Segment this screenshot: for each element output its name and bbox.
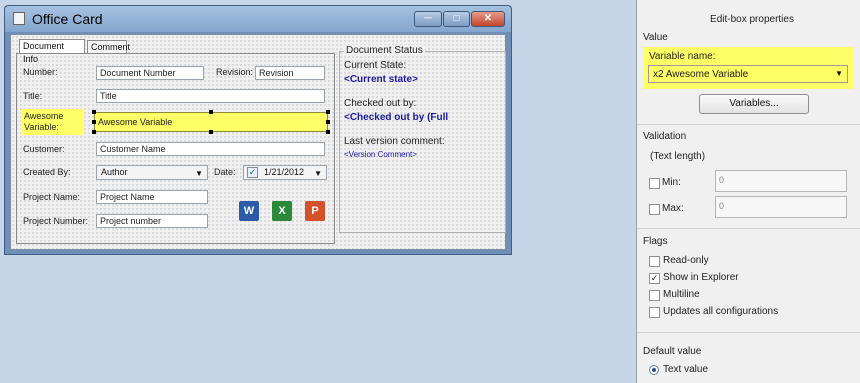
text-value-label: Text value — [663, 364, 709, 375]
selection-handle[interactable] — [326, 120, 330, 124]
document-status-title: Document Status — [344, 45, 425, 56]
validation-section-label: Validation — [643, 131, 687, 142]
date-enabled-checkbox[interactable]: ✓ — [247, 167, 258, 178]
project-number-field[interactable]: Project number — [96, 214, 208, 228]
close-icon: ✕ — [483, 13, 493, 24]
created-by-label: Created By: — [23, 167, 71, 177]
chevron-down-icon: ▼ — [195, 169, 203, 178]
awesome-variable-label-box[interactable]: Awesome Variable: — [21, 109, 83, 135]
maximize-icon: □ — [453, 13, 460, 24]
panel-title: Edit-box properties — [710, 14, 794, 25]
current-state-value: <Current state> — [344, 74, 418, 85]
multiline-label: Multiline — [663, 289, 700, 300]
revision-label: Revision: — [216, 67, 254, 77]
project-number-label: Project Number: — [23, 216, 89, 226]
window-icon — [13, 12, 25, 25]
selection-handle[interactable] — [92, 110, 96, 114]
awesome-variable-label-line2: Variable: — [24, 122, 59, 132]
updates-all-configurations-checkbox[interactable] — [649, 307, 660, 318]
title-field[interactable]: Title — [96, 89, 325, 103]
selection-handle[interactable] — [326, 130, 330, 134]
office-card-window: Office Card ─ □ ✕ Document Info Comment … — [4, 5, 512, 255]
project-name-label: Project Name: — [23, 192, 81, 202]
title-bar[interactable]: Office Card ─ □ ✕ — [5, 6, 511, 32]
default-value-section-label: Default value — [643, 346, 702, 357]
updates-all-configurations-label: Updates all configurations — [663, 306, 779, 317]
customer-field[interactable]: Customer Name — [96, 142, 325, 156]
revision-field[interactable]: Revision — [255, 66, 325, 80]
awesome-variable-value: Awesome Variable — [98, 117, 173, 127]
date-picker[interactable]: ✓ 1/21/2012 ▼ — [243, 165, 327, 180]
max-checkbox[interactable] — [649, 204, 660, 215]
chevron-down-icon: ▼ — [835, 69, 843, 78]
created-by-value: Author — [101, 167, 128, 177]
flags-section-label: Flags — [643, 236, 668, 247]
tab-document-info[interactable]: Document Info — [19, 39, 85, 64]
edit-box-properties-panel: Edit-box properties Value Variable name:… — [636, 0, 860, 383]
form-design-surface: Document Info Comment Number: Document N… — [10, 34, 506, 250]
awesome-variable-label-line1: Awesome — [24, 111, 64, 121]
tab-comment[interactable]: Comment — [87, 40, 130, 54]
checked-out-label: Checked out by: — [344, 98, 417, 109]
variables-button[interactable]: Variables... — [699, 94, 809, 114]
max-input[interactable]: 0 — [715, 196, 847, 218]
show-in-explorer-checkbox[interactable]: ✓ — [649, 273, 660, 284]
multiline-checkbox[interactable] — [649, 290, 660, 301]
divider — [637, 332, 860, 333]
current-state-label: Current State: — [344, 60, 407, 71]
document-status-group: Document Status Current State: <Current … — [339, 45, 506, 233]
number-field[interactable]: Document Number — [96, 66, 204, 80]
minimize-icon: ─ — [424, 13, 432, 24]
last-comment-value: <Version Comment> — [344, 150, 417, 159]
selection-handle[interactable] — [326, 110, 330, 114]
variable-name-value: x2 Awesome Variable — [653, 69, 749, 80]
selection-handle[interactable] — [92, 130, 96, 134]
number-label: Number: — [23, 67, 58, 77]
show-in-explorer-label: Show in Explorer — [663, 272, 739, 283]
excel-icon[interactable]: X — [272, 201, 292, 221]
radio-selected-dot — [652, 368, 656, 372]
last-comment-label: Last version comment: — [344, 136, 445, 147]
awesome-variable-field-selected[interactable]: Awesome Variable — [94, 112, 328, 132]
variable-name-label: Variable name: — [649, 51, 716, 62]
word-icon[interactable]: W — [239, 201, 259, 221]
variable-name-highlight: Variable name: x2 Awesome Variable ▼ — [643, 47, 853, 89]
chevron-down-icon: ▼ — [314, 169, 322, 178]
read-only-label: Read-only — [663, 255, 709, 266]
minimize-button[interactable]: ─ — [414, 11, 442, 27]
close-button[interactable]: ✕ — [471, 11, 505, 27]
powerpoint-icon[interactable]: P — [305, 201, 325, 221]
selection-handle[interactable] — [92, 120, 96, 124]
min-label: Min: — [662, 177, 681, 188]
customer-label: Customer: — [23, 144, 65, 154]
date-label: Date: — [214, 167, 236, 177]
divider — [637, 124, 860, 125]
selection-handle[interactable] — [209, 110, 213, 114]
date-value: 1/21/2012 — [264, 167, 305, 177]
tab-panel: Number: Document Number Revision: Revisi… — [16, 53, 335, 244]
window-title: Office Card — [32, 11, 103, 27]
selection-handle[interactable] — [209, 130, 213, 134]
title-label: Title: — [23, 91, 43, 101]
maximize-button[interactable]: □ — [443, 11, 470, 27]
created-by-dropdown[interactable]: Author ▼ — [96, 165, 208, 180]
variable-name-dropdown[interactable]: x2 Awesome Variable ▼ — [648, 65, 848, 83]
text-value-radio[interactable] — [649, 365, 659, 375]
checked-out-value: <Checked out by (Full — [344, 112, 449, 123]
read-only-checkbox[interactable] — [649, 256, 660, 267]
min-checkbox[interactable] — [649, 178, 660, 189]
max-label: Max: — [662, 203, 684, 214]
text-length-label: (Text length) — [650, 151, 706, 162]
value-section-label: Value — [643, 32, 668, 43]
divider — [637, 228, 860, 229]
min-input[interactable]: 0 — [715, 170, 847, 192]
project-name-field[interactable]: Project Name — [96, 190, 208, 204]
